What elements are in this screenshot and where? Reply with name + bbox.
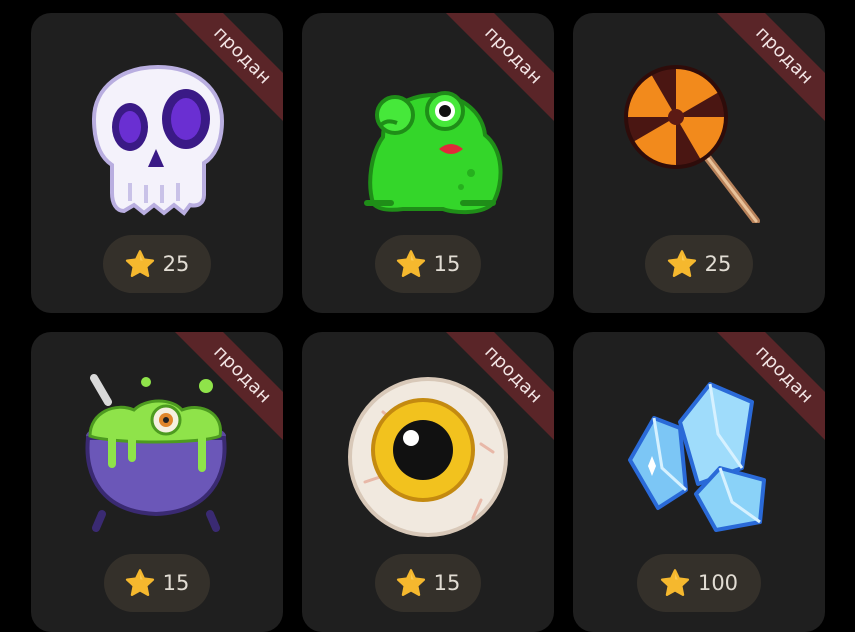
item-card-crystals[interactable]: продан 100 [573, 332, 825, 632]
star-icon [660, 568, 690, 598]
eyeball-icon [343, 372, 513, 542]
star-icon [125, 249, 155, 279]
item-card-lollipop[interactable]: продан 25 [573, 13, 825, 313]
price-pill: 25 [103, 235, 211, 293]
price-pill: 15 [375, 235, 481, 293]
item-card-eyeball[interactable]: продан 15 [302, 332, 554, 632]
price-value: 25 [704, 252, 732, 276]
price-pill: 100 [637, 554, 761, 612]
star-icon [396, 249, 426, 279]
frog-icon [343, 53, 513, 223]
price-pill: 15 [104, 554, 210, 612]
price-value: 15 [162, 571, 190, 595]
price-value: 100 [697, 571, 739, 595]
lollipop-icon [614, 53, 784, 223]
price-pill: 25 [645, 235, 753, 293]
price-value: 15 [433, 571, 461, 595]
item-card-frog[interactable]: продан 15 [302, 13, 554, 313]
star-icon [125, 568, 155, 598]
item-card-skull[interactable]: продан 25 [31, 13, 283, 313]
star-icon [396, 568, 426, 598]
sold-items-grid: продан 25 продан 15 продан 25 продан 15 … [0, 0, 855, 632]
price-value: 15 [433, 252, 461, 276]
price-pill: 15 [375, 554, 481, 612]
item-card-cauldron[interactable]: продан 15 [31, 332, 283, 632]
crystals-icon [614, 372, 784, 542]
star-icon [667, 249, 697, 279]
cauldron-icon [72, 372, 242, 542]
skull-icon [72, 53, 242, 223]
price-value: 25 [162, 252, 190, 276]
